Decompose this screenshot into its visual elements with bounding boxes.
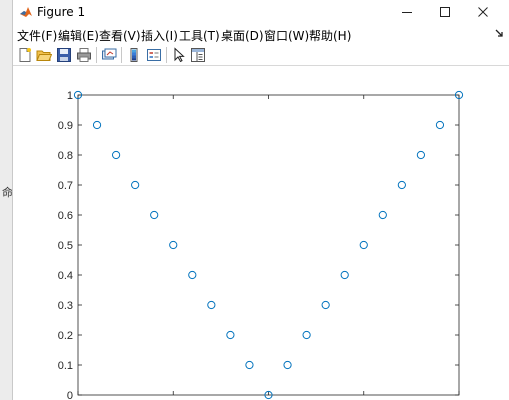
title-bar[interactable]: Figure 1 [13, 0, 509, 24]
menu-file[interactable]: 文件(F) [17, 27, 57, 44]
open-file-icon [36, 50, 52, 61]
menu-view[interactable]: 查看(V) [99, 27, 141, 44]
insert-legend-icon [147, 49, 161, 61]
open-property-inspector-icon [191, 48, 205, 62]
open-file-button[interactable] [35, 46, 53, 64]
y-tick-label: 0.7 [58, 180, 73, 192]
menu-insert[interactable]: 插入(I) [141, 27, 178, 44]
new-figure-button[interactable] [16, 46, 34, 64]
y-tick-label: 0.6 [58, 210, 73, 222]
y-tick-label: 0.9 [58, 120, 73, 132]
maximize-icon [440, 7, 450, 17]
window-title: Figure 1 [37, 5, 86, 19]
maximize-button[interactable] [426, 0, 464, 24]
print-button[interactable] [75, 46, 93, 64]
insert-colorbar-icon [130, 48, 138, 62]
y-tick-label: 0.1 [58, 360, 73, 372]
save-button[interactable] [55, 46, 73, 64]
menu-desktop[interactable]: 桌面(D) [221, 27, 264, 44]
y-tick-label: 1 [67, 90, 73, 102]
menu-help[interactable]: 帮助(H) [309, 27, 351, 44]
menu-bar: 文件(F) 编辑(E) 查看(V) 插入(I) 工具(T) 桌面(D) 窗口(W… [13, 24, 509, 44]
toolbar-separator [96, 47, 97, 63]
menu-tools[interactable]: 工具(T) [179, 27, 220, 44]
minimize-icon [402, 12, 412, 13]
link-plot-icon [102, 48, 117, 60]
y-tick-label: 0.8 [58, 150, 73, 162]
edit-plot-button[interactable] [170, 46, 188, 64]
figure-window: Figure 1 文件(F) 编辑(E) 查看(V) 插入(I) 工具(T) 桌… [12, 0, 509, 400]
figure-canvas[interactable]: 0 0.1 0.2 0.3 0.4 0.5 0.6 0.7 0.8 0.9 1 [13, 67, 509, 400]
figure-toolbar [13, 44, 509, 66]
y-tick-label: 0 [67, 390, 73, 400]
background-window-strip: 命 [0, 0, 13, 400]
insert-legend-button[interactable] [145, 46, 163, 64]
y-tick-label: 0.3 [58, 300, 73, 312]
menu-window[interactable]: 窗口(W) [264, 27, 309, 44]
save-icon [57, 48, 71, 62]
y-tick-label: 0.4 [58, 270, 73, 282]
y-tick-label: 0.2 [58, 330, 73, 342]
print-icon [77, 48, 91, 62]
toolbar-separator [121, 47, 122, 63]
link-plot-button[interactable] [100, 46, 118, 64]
dock-figure-arrow-icon[interactable] [494, 28, 504, 40]
open-property-inspector-button[interactable] [189, 46, 207, 64]
y-tick-label: 0.5 [58, 240, 73, 252]
axes-box [77, 94, 460, 396]
edit-plot-arrow-icon [174, 47, 185, 63]
insert-colorbar-button[interactable] [125, 46, 143, 64]
minimize-button[interactable] [388, 0, 426, 24]
menu-edit[interactable]: 编辑(E) [58, 27, 99, 44]
matlab-logo-icon [19, 5, 33, 19]
new-figure-icon [19, 48, 31, 62]
close-icon [478, 7, 488, 17]
axes[interactable]: 0 0.1 0.2 0.3 0.4 0.5 0.6 0.7 0.8 0.9 1 [13, 67, 509, 400]
toolbar-separator [166, 47, 167, 63]
close-button[interactable] [464, 0, 502, 24]
